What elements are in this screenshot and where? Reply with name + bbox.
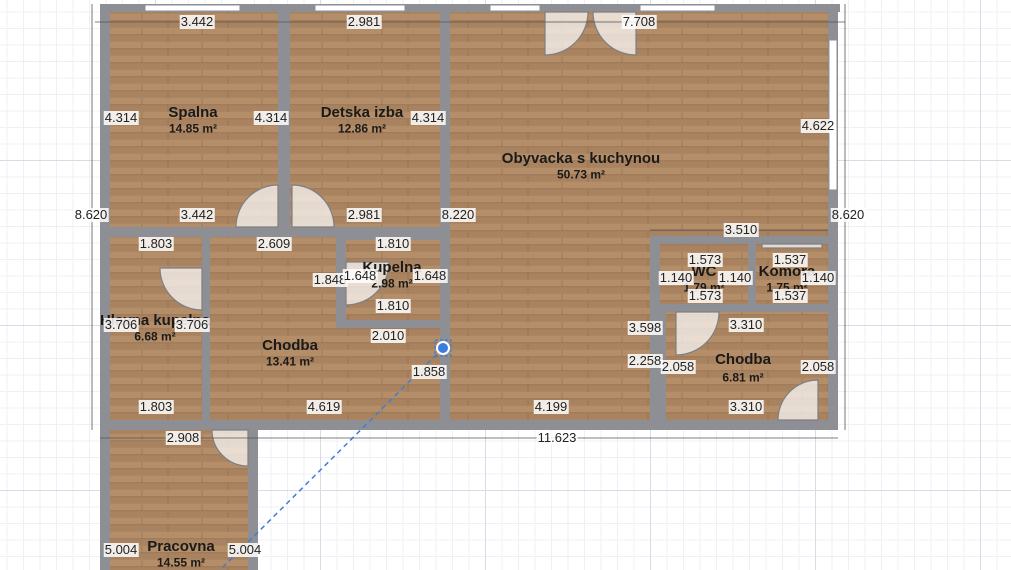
dim-label: 2.609 <box>256 236 292 251</box>
room-name-chodba-2[interactable]: Chodba <box>715 352 771 368</box>
floor-plan-canvas[interactable] <box>0 0 1011 570</box>
dim-label: 4.314 <box>410 110 446 125</box>
window-right <box>828 39 838 191</box>
dim-label: 3.442 <box>179 14 215 29</box>
room-name-spalna[interactable]: Spalna <box>168 105 217 121</box>
dim-label: 1.573 <box>687 288 723 303</box>
dim-label: 1.140 <box>800 270 836 285</box>
dim-label: 4.314 <box>253 110 289 125</box>
wall-bottom <box>100 420 838 430</box>
dim-label: 1.810 <box>375 298 411 313</box>
window-obyv-b <box>639 4 716 12</box>
dim-label: 1.648 <box>342 268 378 283</box>
dim-label: 2.058 <box>800 359 836 374</box>
room-area-pracovna: 14.55 m² <box>156 555 206 570</box>
dim-label: 4.619 <box>306 399 342 414</box>
dim-label: 3.442 <box>179 207 215 222</box>
dim-label: 2.258 <box>627 353 663 368</box>
wall-left <box>100 4 110 570</box>
room-area-obyvacka: 50.73 m² <box>556 167 606 182</box>
dim-label: 1.858 <box>411 364 447 379</box>
room-name-chodba[interactable]: Chodba <box>262 338 318 354</box>
dim-label: 2.981 <box>346 14 382 29</box>
dim-label: 1.140 <box>658 270 694 285</box>
measure-handle <box>436 341 450 355</box>
dim-label: 2.908 <box>165 430 201 445</box>
dim-label: 4.199 <box>533 399 569 414</box>
window-spalna <box>144 4 241 12</box>
window-detska <box>314 4 406 12</box>
room-name-obyvacka[interactable]: Obyvacka s kuchynou <box>502 151 660 167</box>
dim-label: 1.573 <box>687 252 723 267</box>
dim-label: 2.058 <box>660 359 696 374</box>
room-area-kupelna: 2.98 m² <box>371 276 413 291</box>
dim-label: 1.537 <box>772 252 808 267</box>
dim-label: 8.220 <box>440 207 476 222</box>
dim-label: 1.648 <box>412 268 448 283</box>
dim-label: 3.706 <box>103 317 139 332</box>
room-area-chodba: 13.41 m² <box>265 354 315 369</box>
dim-label: 11.623 <box>536 430 578 445</box>
dim-label: 3.310 <box>728 317 764 332</box>
dim-label: 8.620 <box>830 207 866 222</box>
dim-label: 3.598 <box>627 320 663 335</box>
dim-label: 5.004 <box>103 542 139 557</box>
room-area-chodba-2: 6.81 m² <box>722 370 764 385</box>
room-name-pracovna[interactable]: Pracovna <box>147 539 215 555</box>
room-area-detska-izba: 12.86 m² <box>337 121 387 136</box>
dim-label: 3.510 <box>723 222 759 237</box>
dim-label: 4.622 <box>800 118 836 133</box>
dim-label: 5.004 <box>227 542 263 557</box>
room-area-hlavna-kupelna: 6.68 m² <box>134 329 176 344</box>
room-area-spalna: 14.85 m² <box>168 121 218 136</box>
dim-label: 3.310 <box>728 399 764 414</box>
dim-label: 2.010 <box>370 328 406 343</box>
dim-label: 8.620 <box>73 207 109 222</box>
dim-label: 2.981 <box>346 207 382 222</box>
dim-label: 4.314 <box>103 110 139 125</box>
dim-label: 1.810 <box>375 236 411 251</box>
dim-label: 3.706 <box>174 317 210 332</box>
dim-label: 7.708 <box>621 14 657 29</box>
door-komora <box>761 243 823 249</box>
window-obyv-a <box>489 4 541 12</box>
dim-label: 1.803 <box>138 236 174 251</box>
dim-label: 1.803 <box>138 399 174 414</box>
dim-label: 1.140 <box>717 270 753 285</box>
room-name-detska-izba[interactable]: Detska izba <box>321 105 404 121</box>
dim-label: 1.537 <box>772 288 808 303</box>
